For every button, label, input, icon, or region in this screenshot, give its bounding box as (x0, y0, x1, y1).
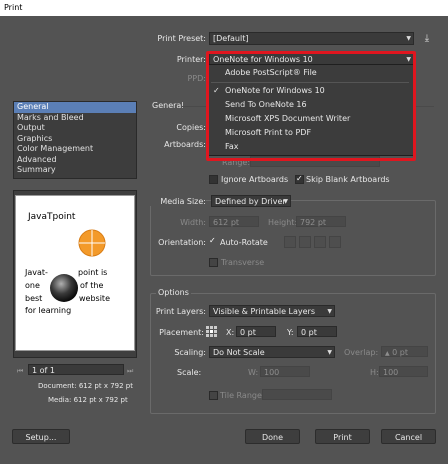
skip-blank-artboards-label: Skip Blank Artboards (306, 175, 390, 184)
height-label: Height: (268, 218, 298, 227)
print-preset-dropdown[interactable]: [Default] ▼ (209, 32, 414, 45)
print-button[interactable]: Print (315, 429, 370, 444)
print-preset-value: [Default] (213, 34, 249, 43)
artboards-label: Artboards: (164, 140, 206, 149)
preview-left-line-2: one (25, 281, 40, 290)
portrait-flipped-icon[interactable] (314, 236, 326, 248)
preview-right-line-1: point is (78, 268, 108, 277)
width-field[interactable]: 612 pt (209, 216, 259, 227)
landscape-flipped-icon[interactable] (329, 236, 341, 248)
preview-left-line-1: Javat- (25, 268, 48, 277)
scaling-dropdown[interactable]: Do Not Scale ▼ (209, 346, 335, 358)
setup-button[interactable]: Setup... (12, 429, 70, 444)
sidebar-item-graphics[interactable]: Graphics (14, 134, 136, 145)
media-size-value: Defined by Driver (215, 197, 286, 206)
save-preset-icon[interactable]: ⤓ (421, 33, 433, 45)
preview-right-line-3: website (79, 294, 110, 303)
y-label: Y: (287, 328, 294, 337)
highlight-box (206, 51, 416, 161)
sidebar-item-advanced[interactable]: Advanced (14, 155, 136, 166)
options-section-label: Options (156, 288, 191, 297)
print-layers-value: Visible & Printable Layers (213, 307, 315, 316)
print-layers-dropdown[interactable]: Visible & Printable Layers ▼ (209, 305, 335, 317)
sidebar-item-output[interactable]: Output (14, 123, 136, 134)
portrait-icon[interactable] (284, 236, 296, 248)
black-ball-image (49, 273, 79, 303)
window-title: Print (0, 0, 448, 16)
height-field[interactable]: 792 pt (296, 216, 346, 227)
ignore-artboards-label: Ignore Artboards (221, 175, 289, 184)
placement-label: Placement: (159, 328, 204, 337)
preview-right-line-2: of the (80, 281, 104, 290)
document-size-text: Document: 612 pt x 792 pt (38, 382, 133, 390)
tile-range-label: Tile Range: (220, 391, 265, 400)
sidebar-item-summary[interactable]: Summary (14, 165, 136, 176)
transverse-label: Transverse (221, 258, 265, 267)
ignore-artboards-checkbox[interactable] (209, 175, 218, 184)
ppd-label: PPD: (187, 74, 206, 83)
landscape-icon[interactable] (299, 236, 311, 248)
general-section-label: General (152, 101, 184, 110)
page-navigator-field[interactable]: 1 of 1 (28, 364, 124, 375)
media-size-dropdown[interactable]: Defined by Driver ▼ (211, 195, 291, 207)
first-page-icon[interactable]: ⏮ (17, 367, 23, 376)
preview-page-title: JavaTpoint (28, 212, 76, 222)
scaling-label: Scaling: (174, 348, 206, 357)
scaling-value: Do Not Scale (213, 348, 265, 357)
settings-category-list[interactable]: General Marks and Bleed Output Graphics … (13, 101, 137, 179)
sidebar-item-color-management[interactable]: Color Management (14, 144, 136, 155)
scale-label: Scale: (177, 368, 202, 377)
auto-rotate-label: Auto-Rotate (220, 238, 268, 247)
overlap-field[interactable]: ▲ 0 pt (381, 346, 428, 357)
media-size-text: Media: 612 pt x 792 pt (48, 396, 128, 404)
print-preset-label: Print Preset: (157, 34, 206, 43)
x-field[interactable]: 0 pt (236, 326, 276, 337)
preview-left-line-4: for learning (25, 306, 72, 315)
tile-range-field[interactable] (262, 389, 332, 400)
preview-left-line-3: best (25, 294, 43, 303)
x-label: X: (226, 328, 235, 337)
h-label: H: (370, 368, 379, 377)
width-label: Width: (180, 218, 206, 227)
sidebar-item-general[interactable]: General (14, 102, 136, 113)
tile-range-checkbox[interactable] (209, 391, 218, 400)
skip-blank-artboards-checkbox[interactable] (295, 174, 304, 184)
printer-label: Printer: (176, 55, 206, 64)
scale-width-field[interactable]: 100 (260, 366, 310, 377)
orientation-label: Orientation: (158, 238, 206, 247)
chevron-down-icon: ▼ (406, 35, 411, 42)
overlap-label: Overlap: (344, 348, 379, 357)
auto-rotate-checkbox[interactable]: ✓ (209, 236, 219, 246)
chevron-down-icon: ▼ (283, 198, 288, 205)
print-layers-label: Print Layers: (155, 307, 206, 316)
media-size-label: Media Size: (150, 197, 206, 206)
copies-label: Copies: (176, 123, 206, 132)
w-label: W: (248, 368, 259, 377)
cancel-button[interactable]: Cancel (381, 429, 436, 444)
scale-height-field[interactable]: 100 (379, 366, 428, 377)
overlap-value: 0 pt (392, 348, 409, 357)
transverse-checkbox[interactable] (209, 258, 218, 267)
chevron-down-icon: ▼ (327, 308, 332, 315)
placement-grid-icon[interactable] (205, 325, 218, 338)
preview-page: JavaTpoint Javat- one best for learning … (15, 195, 135, 351)
chevron-down-icon: ▼ (327, 349, 332, 356)
orange-ball-image (78, 229, 106, 257)
last-page-icon[interactable]: ⏭ (127, 367, 133, 376)
sidebar-item-marks-and-bleed[interactable]: Marks and Bleed (14, 113, 136, 124)
y-field[interactable]: 0 pt (297, 326, 337, 337)
overlap-stepper-icon[interactable]: ▲ (385, 350, 390, 357)
done-button[interactable]: Done (245, 429, 300, 444)
